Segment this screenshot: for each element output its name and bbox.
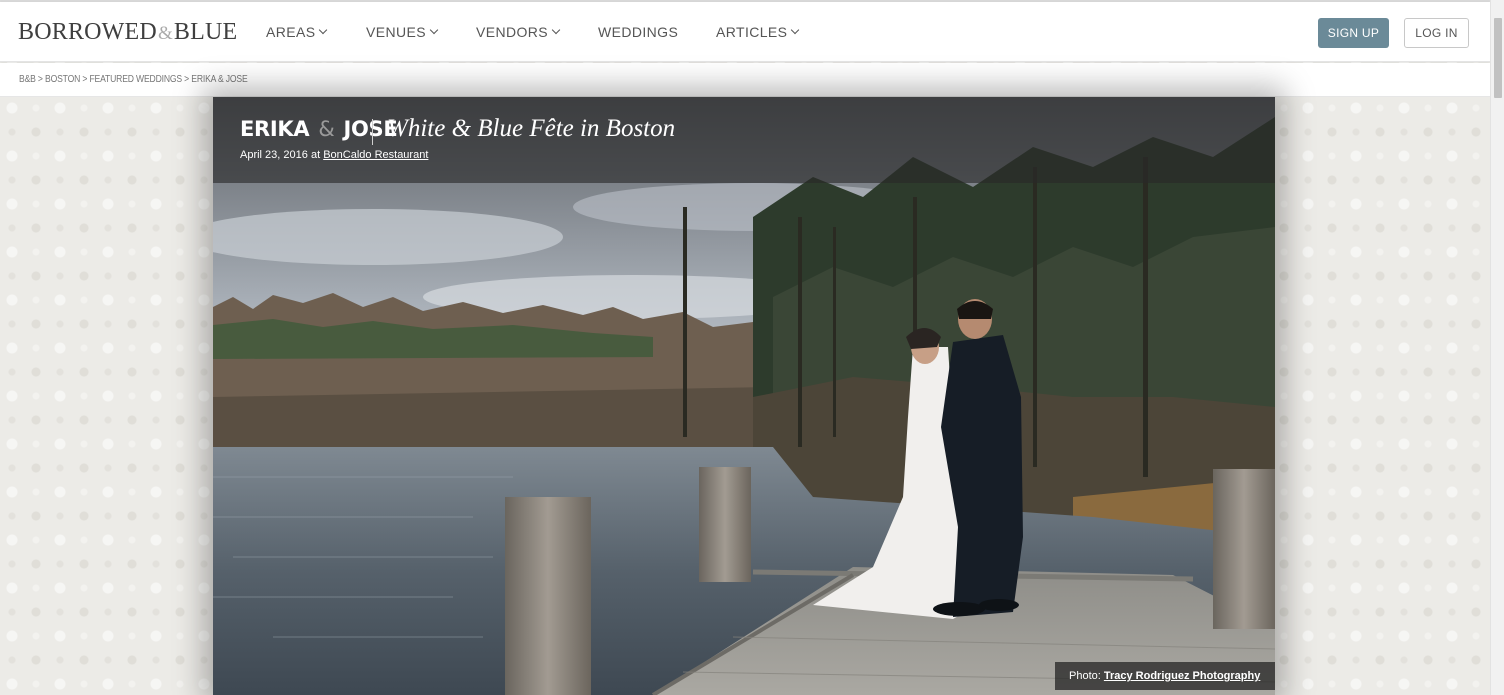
nav-venues[interactable]: VENUES (366, 24, 476, 40)
nav-vendors-label: VENDORS (476, 24, 549, 40)
chevron-down-icon (429, 25, 439, 35)
chevron-down-icon (791, 25, 800, 35)
feature-photo: ERIKA & JOSE White & Blue Fête in Boston… (213, 97, 1275, 695)
chevron-down-icon (319, 25, 328, 35)
at-text: at (310, 149, 321, 161)
chevron-down-icon (551, 25, 561, 35)
wedding-title: White & Blue Fête in Boston (387, 115, 676, 142)
scrollbar-thumb[interactable] (1494, 18, 1502, 98)
logo-part-1: BORROWED (18, 19, 157, 45)
logo-part-2: BLUE (173, 19, 238, 45)
sign-up-button[interactable]: SIGN UP (1318, 18, 1389, 48)
breadcrumb-separator: > (184, 74, 190, 85)
breadcrumb: B&B > BOSTON > FEATURED WEDDINGS > ERIKA… (19, 74, 248, 85)
wedding-date: April 23, 2016 (240, 149, 308, 161)
nav-weddings-label: WEDDINGS (598, 24, 679, 40)
log-in-button[interactable]: LOG IN (1404, 18, 1469, 48)
nav-weddings[interactable]: WEDDINGS (598, 24, 716, 40)
wedding-dateline: April 23, 2016 at BonCaldo Restaurant (240, 149, 428, 161)
breadcrumb-bar: B&B > BOSTON > FEATURED WEDDINGS > ERIKA… (0, 63, 1490, 97)
wedding-photo-image (213, 97, 1275, 695)
site-header: BORROWED&BLUE AREAS VENUES VENDORS WEDDI… (0, 2, 1490, 62)
photo-credit: Photo: Tracy Rodriguez Photography (1055, 662, 1275, 690)
breadcrumb-home[interactable]: B&B (19, 74, 36, 85)
nav-venues-label: VENUES (366, 24, 426, 40)
photographer-link[interactable]: Tracy Rodriguez Photography (1104, 670, 1260, 682)
breadcrumb-boston[interactable]: BOSTON (45, 74, 80, 85)
nav-articles-label: ARTICLES (716, 24, 788, 40)
logo-ampersand: & (157, 23, 173, 44)
breadcrumb-featured-weddings[interactable]: FEATURED WEDDINGS (89, 74, 182, 85)
site-logo[interactable]: BORROWED&BLUE (18, 19, 237, 46)
photo-credit-prefix: Photo: (1069, 670, 1101, 682)
nav-areas-label: AREAS (266, 24, 316, 40)
couple-names: ERIKA & JOSE (240, 117, 398, 141)
nav-areas[interactable]: AREAS (266, 24, 366, 40)
nav-vendors[interactable]: VENDORS (476, 24, 598, 40)
breadcrumb-separator: > (37, 74, 43, 85)
main-nav: AREAS VENUES VENDORS WEDDINGS ARTICLES (266, 24, 800, 40)
couple-ampersand: & (318, 117, 335, 141)
page-scrollbar[interactable] (1490, 0, 1504, 695)
breadcrumb-separator: > (82, 74, 88, 85)
breadcrumb-current: ERIKA & JOSE (191, 74, 248, 85)
title-divider (372, 119, 373, 145)
partner-1-name: ERIKA (240, 117, 310, 141)
venue-link[interactable]: BonCaldo Restaurant (323, 149, 428, 161)
nav-articles[interactable]: ARTICLES (716, 24, 800, 40)
title-band: ERIKA & JOSE White & Blue Fête in Boston… (213, 97, 1275, 183)
